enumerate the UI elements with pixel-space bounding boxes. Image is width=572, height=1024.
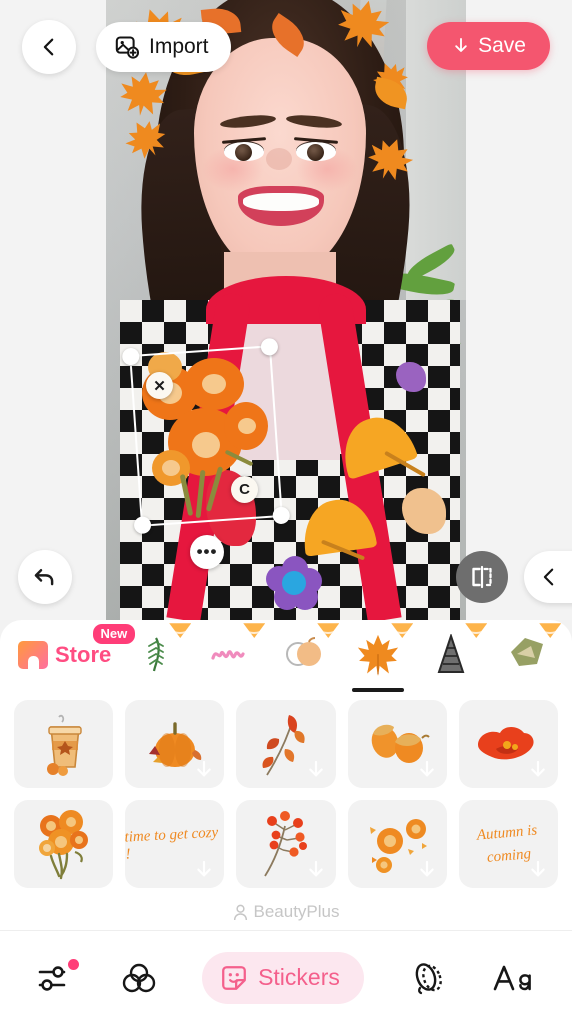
maple-leaf-icon [357,634,399,676]
download-arrow-icon[interactable] [192,858,216,882]
sticker-autumn-leaves-branch[interactable] [236,700,336,788]
undo-button[interactable] [18,550,72,604]
download-arrow-icon [455,38,467,52]
sticker-panel: Store New time to get cozy ! Autumn is c… [0,620,572,930]
download-arrow-icon[interactable] [526,858,550,882]
sidebar-item-olive-shape-category[interactable] [489,623,563,686]
import-button[interactable]: Import [96,22,231,72]
cutout-tool-button[interactable] [408,960,448,996]
download-arrow-icon[interactable] [415,858,439,882]
store-icon [18,641,48,669]
sidebar-item-love-script-category[interactable] [193,623,267,686]
import-label: Import [149,35,209,58]
sidebar-item-peach-outline-category[interactable] [267,623,341,686]
photo-editor-screen: ✕ C ••• Import Save Store New time to ge… [0,0,572,1024]
love-script-icon [209,634,251,676]
sticker-selection-layer[interactable]: ✕ C ••• [0,0,572,620]
resize-handle-bottom-right[interactable] [272,506,291,525]
olive-shape-icon [505,634,547,676]
filters-tool-button[interactable] [120,961,158,995]
flower-bouquet-icon [38,810,88,880]
adjust-new-badge-dot [68,958,80,970]
photo-canvas[interactable]: ✕ C ••• Import Save [0,0,572,620]
sticker-more-options-button[interactable]: ••• [190,535,224,569]
adjust-tool-button[interactable] [36,958,80,995]
sidebar-item-maple-leaf-category[interactable] [341,623,415,686]
sticker-attribution: BeautyPlus [0,902,572,922]
lasso-cutout-icon [415,962,442,994]
pine-branch-icon [135,634,177,676]
sticker-berry-branch[interactable] [236,800,336,888]
sticker-pumpkin[interactable] [125,700,225,788]
download-arrow-icon[interactable] [304,758,328,782]
sidebar-item-pine-branch-category[interactable] [119,623,193,686]
stickers-tool-button[interactable]: Stickers [202,951,364,1004]
store-button[interactable]: Store New [12,624,136,681]
download-arrow-icon[interactable] [415,758,439,782]
sticker-scattered-flowers[interactable] [347,800,447,888]
download-arrow-icon[interactable] [304,858,328,882]
sticker-autumn-coming-text[interactable]: Autumn is coming [458,800,558,888]
resize-handle-bottom-left[interactable] [133,516,152,535]
stickers-tool-label: Stickers [258,964,340,990]
sticker-orange-bouquet[interactable] [14,800,114,888]
back-button[interactable] [22,20,76,74]
sticker-cozy-text[interactable]: time to get cozy ! [125,800,225,888]
save-button[interactable]: Save [427,22,550,70]
sticker-selection-frame[interactable] [121,337,291,535]
sticker-coffee-cup[interactable] [14,700,114,788]
dark-cone-icon [431,632,473,676]
resize-handle-top-right[interactable] [260,337,279,356]
sticker-acorns[interactable] [347,700,447,788]
text-icon [493,965,531,990]
sticker-red-poppy[interactable] [458,700,558,788]
coffee-cup-icon [46,714,82,776]
chevron-left-icon [543,568,554,586]
undo-arrow-icon [34,569,54,586]
delete-sticker-button[interactable]: ✕ [146,372,173,399]
resize-handle-top-left[interactable] [121,347,140,366]
sticker-face-icon [222,965,246,990]
person-icon [233,904,247,920]
attribution-label: BeautyPlus [253,902,340,921]
peach-outline-icon [283,634,325,676]
bottom-toolbar: Stickers [0,930,572,1024]
three-circles-icon [122,963,156,992]
save-label: Save [478,34,526,57]
sidebar-item-dark-cone-category[interactable] [415,623,489,686]
text-tool-button[interactable] [492,963,536,993]
mirror-flip-icon [472,565,492,589]
download-arrow-icon[interactable] [526,758,550,782]
rotate-sticker-button[interactable]: C [231,476,258,503]
sticker-category-bar[interactable]: Store New [0,620,572,690]
download-arrow-icon[interactable] [192,758,216,782]
chevron-left-icon [43,38,54,56]
compare-original-button[interactable] [456,551,508,603]
store-label: Store [55,642,112,667]
collapse-panel-button[interactable] [524,551,572,603]
image-add-icon [115,36,140,59]
sticker-grid[interactable]: time to get cozy ! Autumn is coming [0,690,572,888]
